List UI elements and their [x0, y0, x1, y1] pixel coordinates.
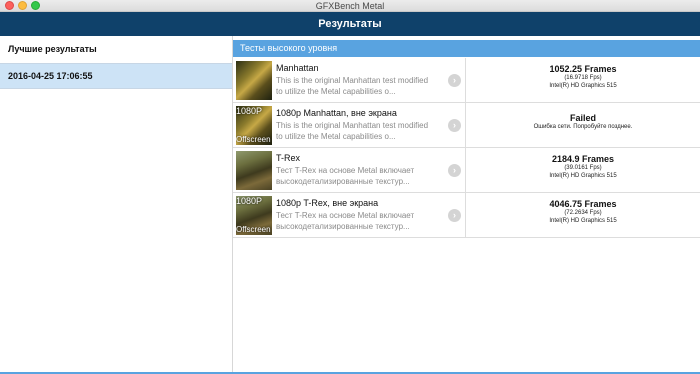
test-thumbnail [236, 61, 272, 100]
test-row-trex-1080p-offscreen[interactable]: 1080P Offscreen 1080p T-Rex, вне экрана … [233, 193, 700, 238]
main-panel: Тесты высокого уровня Manhattan This is … [233, 36, 700, 374]
test-description: This is the original Manhattan test modi… [276, 121, 429, 141]
result-device: Intel(R) HD Graphics 515 [549, 173, 617, 179]
sidebar-title: Лучшие результаты [8, 44, 97, 54]
test-result: 4046.75 Frames (72.2634 Fps) Intel(R) HD… [465, 193, 700, 237]
test-description: This is the original Manhattan test modi… [276, 76, 429, 96]
result-device: Intel(R) HD Graphics 515 [549, 83, 617, 89]
chevron-right-icon[interactable]: › [448, 164, 461, 177]
test-description: Тест T-Rex на основе Metal включает высо… [276, 211, 415, 231]
test-thumbnail: 1080P Offscreen [236, 106, 272, 145]
sidebar-item-result[interactable]: 2016-04-25 17:06:55 [0, 63, 232, 89]
result-frames: 1052.25 Frames [549, 64, 617, 74]
result-status: Failed [569, 113, 596, 123]
test-row-manhattan[interactable]: Manhattan This is the original Manhattan… [233, 58, 700, 103]
result-fps: (72.2634 Fps) [564, 210, 602, 216]
test-result: 2184.9 Frames (39.0161 Fps) Intel(R) HD … [465, 148, 700, 192]
test-row-manhattan-1080p-offscreen[interactable]: 1080P Offscreen 1080p Manhattan, вне экр… [233, 103, 700, 148]
test-name: 1080p T-Rex, вне экрана [276, 198, 379, 208]
test-list: Manhattan This is the original Manhattan… [233, 58, 700, 238]
chevron-right-icon[interactable]: › [448, 119, 461, 132]
thumbnail-offscreen-label: Offscreen [236, 225, 271, 234]
test-name: T-Rex [276, 153, 301, 163]
test-row-trex[interactable]: T-Rex Тест T-Rex на основе Metal включае… [233, 148, 700, 193]
sidebar: Лучшие результаты 2016-04-25 17:06:55 [0, 36, 233, 374]
chevron-right-icon[interactable]: › [448, 209, 461, 222]
result-device: Intel(R) HD Graphics 515 [549, 218, 617, 224]
test-result: Failed Ошибка сети. Попробуйте позднее. [465, 103, 700, 147]
thumbnail-offscreen-label: Offscreen [236, 135, 271, 144]
thumbnail-resolution-label: 1080P [236, 106, 263, 116]
test-name: 1080p Manhattan, вне экрана [276, 108, 397, 118]
window-titlebar: GFXBench Metal [0, 0, 700, 12]
section-header: Тесты высокого уровня [233, 40, 700, 57]
test-result: 1052.25 Frames (16.9718 Fps) Intel(R) HD… [465, 58, 700, 102]
chevron-right-icon[interactable]: › [448, 74, 461, 87]
result-fps: (39.0161 Fps) [564, 165, 602, 171]
result-frames: 4046.75 Frames [549, 199, 617, 209]
sidebar-item-label: 2016-04-25 17:06:55 [8, 71, 93, 81]
test-thumbnail: 1080P Offscreen [236, 196, 272, 235]
result-frames: 2184.9 Frames [551, 154, 615, 164]
thumbnail-resolution-label: 1080P [236, 196, 263, 206]
test-thumbnail [236, 151, 272, 190]
test-description: Тест T-Rex на основе Metal включает высо… [276, 166, 415, 186]
result-error-message: Ошибка сети. Попробуйте позднее. [533, 124, 633, 130]
window-title: GFXBench Metal [315, 1, 385, 11]
page-title: Результаты [0, 12, 700, 36]
test-name: Manhattan [276, 63, 319, 73]
result-fps: (16.9718 Fps) [564, 75, 602, 81]
